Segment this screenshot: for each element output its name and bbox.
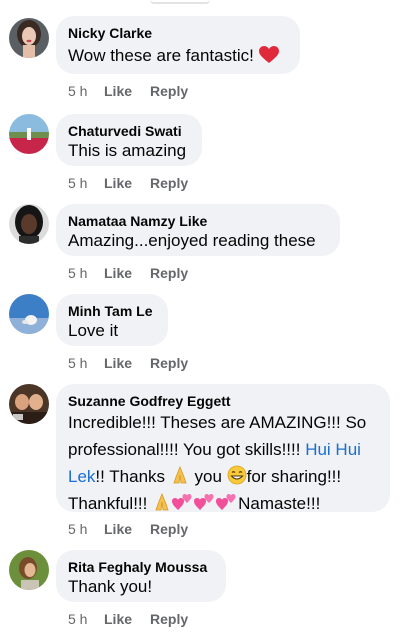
comment-text-part: Namaste!!!	[238, 494, 321, 513]
previous-comment-stub	[0, 0, 407, 8]
comment-text: Incredible!!! Theses are AMAZING!!! So p…	[68, 409, 378, 517]
comment-bubble: Rita Feghaly Moussa Thank you!	[56, 550, 226, 602]
reply-button[interactable]: Reply	[150, 354, 188, 372]
comment-author[interactable]: Suzanne Godfrey Eggett	[68, 392, 378, 410]
avatar[interactable]	[9, 114, 49, 154]
comment-text: Love it	[68, 321, 119, 340]
red-heart-icon	[258, 46, 279, 63]
comment-actions: 5 h Like Reply	[68, 354, 188, 372]
avatar[interactable]	[9, 204, 49, 244]
comment-actions: 5 h Like Reply	[68, 610, 188, 628]
comment-text-part: Thankful!!!	[68, 494, 153, 513]
folded-hands-icon	[173, 465, 187, 484]
reply-button[interactable]: Reply	[150, 520, 188, 538]
comment-timestamp[interactable]: 5 h	[68, 610, 104, 628]
two-hearts-icon	[194, 494, 214, 510]
comment-timestamp[interactable]: 5 h	[68, 520, 104, 538]
comment-actions: 5 h Like Reply	[68, 520, 188, 538]
comment-author[interactable]: Namataa Namzy Like	[68, 212, 328, 230]
like-button[interactable]: Like	[104, 520, 150, 538]
comment-bubble: Namataa Namzy Like Amazing...enjoyed rea…	[56, 204, 340, 256]
comment-bubble: Suzanne Godfrey Eggett Incredible!!! The…	[56, 384, 390, 513]
comment-actions: 5 h Like Reply	[68, 264, 188, 282]
comment-text-part: !! Thanks	[95, 467, 170, 486]
comment-timestamp[interactable]: 5 h	[68, 354, 104, 372]
comment-bubble: Minh Tam Le Love it	[56, 294, 168, 346]
comment-author[interactable]: Minh Tam Le	[68, 302, 156, 320]
comment-text: Thank you!	[68, 577, 153, 596]
comment-bubble: Chaturvedi Swati This is amazing	[56, 114, 202, 166]
comment-text-part: for sharing!!!	[246, 467, 342, 486]
avatar[interactable]	[9, 294, 49, 334]
avatar[interactable]	[9, 550, 49, 590]
comment-actions: 5 h Like Reply	[68, 82, 188, 100]
comment-author[interactable]: Rita Feghaly Moussa	[68, 558, 214, 576]
comment-text: Amazing...enjoyed reading these	[68, 231, 316, 250]
like-button[interactable]: Like	[104, 174, 150, 192]
like-button[interactable]: Like	[104, 82, 150, 100]
comment-text-part: you	[189, 467, 227, 486]
two-hearts-icon	[216, 494, 236, 510]
folded-hands-icon	[155, 492, 169, 511]
grinning-face-icon	[227, 465, 247, 485]
comment-bubble: Nicky Clarke Wow these are fantastic!	[56, 16, 300, 74]
reply-button[interactable]: Reply	[150, 82, 188, 100]
comment-actions: 5 h Like Reply	[68, 174, 188, 192]
comment-author[interactable]: Chaturvedi Swati	[68, 122, 190, 140]
avatar[interactable]	[9, 18, 49, 58]
comment-timestamp[interactable]: 5 h	[68, 264, 104, 282]
reply-button[interactable]: Reply	[150, 264, 188, 282]
like-button[interactable]: Like	[104, 610, 150, 628]
comment-text-body: Wow these are fantastic!	[68, 46, 259, 65]
scroll-edge	[150, 0, 210, 4]
avatar[interactable]	[9, 384, 49, 424]
comment-author[interactable]: Nicky Clarke	[68, 24, 288, 42]
comment-text: Wow these are fantastic!	[68, 42, 288, 69]
comment-text: This is amazing	[68, 141, 187, 160]
comment-timestamp[interactable]: 5 h	[68, 82, 104, 100]
like-button[interactable]: Like	[104, 264, 150, 282]
reply-button[interactable]: Reply	[150, 174, 188, 192]
comment-timestamp[interactable]: 5 h	[68, 174, 104, 192]
reply-button[interactable]: Reply	[150, 610, 188, 628]
two-hearts-icon	[172, 494, 192, 510]
like-button[interactable]: Like	[104, 354, 150, 372]
